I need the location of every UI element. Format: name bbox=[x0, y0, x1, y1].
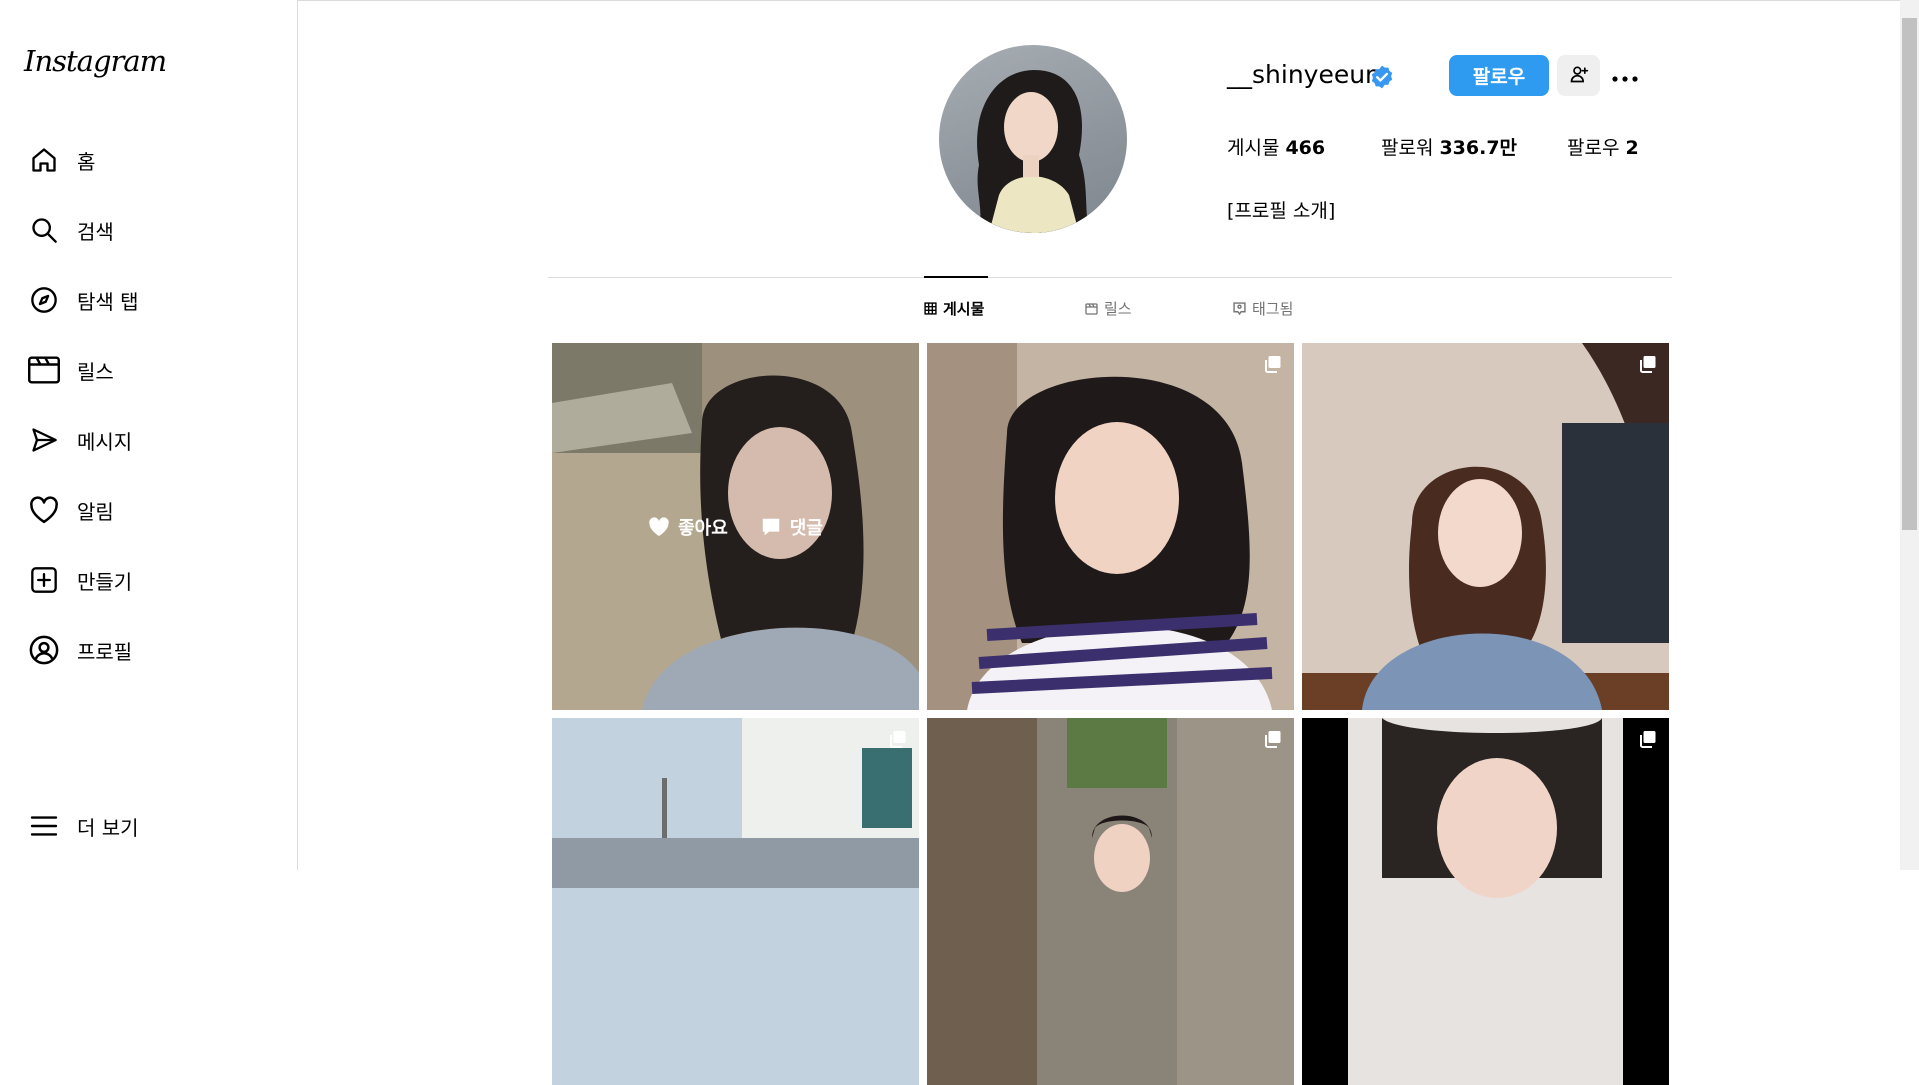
likes-indicator: 좋아요 bbox=[648, 514, 728, 540]
post-tile[interactable] bbox=[927, 718, 1294, 1085]
post-image bbox=[927, 343, 1294, 710]
compass-icon bbox=[28, 284, 60, 316]
post-tile[interactable] bbox=[1302, 343, 1669, 710]
stat-value: 466 bbox=[1285, 137, 1326, 159]
post-image bbox=[1302, 718, 1669, 1085]
tab-reels[interactable]: 릴스 bbox=[1085, 298, 1132, 319]
post-hover-overlay: 좋아요 댓글 bbox=[552, 343, 919, 710]
instagram-logo[interactable]: Instagram bbox=[24, 44, 167, 78]
tabs-divider bbox=[548, 277, 1672, 278]
tab-label: 게시물 bbox=[943, 300, 985, 318]
search-icon bbox=[28, 214, 60, 246]
nav-label: 릴스 bbox=[77, 359, 114, 384]
comment-icon bbox=[762, 518, 780, 535]
nav-label: 만들기 bbox=[77, 569, 133, 594]
profile-bio: [프로필 소개] bbox=[1227, 200, 1336, 222]
reels-icon bbox=[1085, 302, 1098, 315]
more-menu-button[interactable]: 더 보기 bbox=[28, 806, 139, 846]
nav-item-reels[interactable]: 릴스 bbox=[28, 350, 114, 390]
stat-value: 2 bbox=[1625, 137, 1639, 159]
nav-item-create[interactable]: 만들기 bbox=[28, 560, 132, 600]
post-tile[interactable] bbox=[552, 718, 919, 1085]
nav-label: 알림 bbox=[77, 499, 114, 524]
nav-label: 탐색 탭 bbox=[77, 289, 139, 314]
profile-main: __shinyeeun 팔로우 게시물 466 팔로워 336.7만 팔로우 2 [프… bbox=[298, 0, 1919, 1085]
more-options-button[interactable] bbox=[1609, 62, 1641, 90]
nav-label: 메시지 bbox=[77, 429, 133, 454]
nav-label: 홈 bbox=[77, 149, 96, 174]
tag-icon bbox=[1233, 302, 1246, 315]
send-icon bbox=[28, 424, 60, 456]
tab-tagged[interactable]: 태그됨 bbox=[1233, 298, 1293, 319]
carousel-icon bbox=[1264, 730, 1282, 752]
stat-label: 팔로워 bbox=[1381, 137, 1434, 159]
reels-icon bbox=[28, 354, 60, 386]
stat-value: 336.7만 bbox=[1439, 137, 1518, 159]
post-image bbox=[1302, 343, 1669, 710]
more-label: 더 보기 bbox=[77, 815, 139, 840]
nav-item-profile[interactable]: 프로필 bbox=[28, 630, 132, 670]
add-user-icon bbox=[1569, 64, 1589, 88]
tab-posts[interactable]: 게시물 bbox=[924, 298, 984, 319]
suggested-users-button[interactable] bbox=[1557, 55, 1600, 96]
profile-icon bbox=[28, 634, 60, 666]
nav-item-messages[interactable]: 메시지 bbox=[28, 420, 132, 460]
tab-label: 태그됨 bbox=[1252, 300, 1294, 318]
stat-followers[interactable]: 팔로워 336.7만 bbox=[1381, 133, 1517, 160]
menu-icon bbox=[28, 810, 60, 842]
post-tile[interactable]: 좋아요 댓글 bbox=[552, 343, 919, 710]
stat-following[interactable]: 팔로우 2 bbox=[1567, 133, 1639, 160]
follow-button[interactable]: 팔로우 bbox=[1449, 55, 1549, 96]
comments-label: 댓글 bbox=[789, 517, 823, 539]
scrollbar-track[interactable] bbox=[1900, 0, 1919, 870]
profile-avatar[interactable] bbox=[939, 45, 1127, 233]
nav-label: 검색 bbox=[77, 219, 114, 244]
carousel-icon bbox=[1639, 355, 1657, 377]
nav-item-notifications[interactable]: 알림 bbox=[28, 490, 114, 530]
grid-icon bbox=[924, 302, 937, 315]
tab-label: 릴스 bbox=[1104, 300, 1132, 318]
scrollbar-thumb[interactable] bbox=[1902, 18, 1917, 530]
active-tab-indicator bbox=[924, 276, 988, 278]
more-dots-icon bbox=[1612, 67, 1638, 86]
heart-icon bbox=[28, 494, 60, 526]
carousel-icon bbox=[1639, 730, 1657, 752]
post-image bbox=[552, 718, 919, 1085]
nav-item-explore[interactable]: 탐색 탭 bbox=[28, 280, 139, 320]
nav-item-search[interactable]: 검색 bbox=[28, 210, 114, 250]
carousel-icon bbox=[889, 730, 907, 752]
sidebar: Instagram 홈 검색 탐색 탭 릴스 메시지 알림 만들기 프로필 더 … bbox=[0, 0, 298, 870]
create-icon bbox=[28, 564, 60, 596]
avatar-image bbox=[977, 70, 1089, 233]
post-image bbox=[927, 718, 1294, 1085]
post-tile[interactable] bbox=[1302, 718, 1669, 1085]
stat-posts: 게시물 466 bbox=[1227, 133, 1325, 160]
stat-label: 게시물 bbox=[1227, 137, 1280, 159]
profile-username: __shinyeeun bbox=[1227, 60, 1381, 89]
home-icon bbox=[28, 144, 60, 176]
nav-item-home[interactable]: 홈 bbox=[28, 140, 95, 180]
carousel-icon bbox=[1264, 355, 1282, 377]
post-tile[interactable] bbox=[927, 343, 1294, 710]
verified-badge-icon bbox=[1369, 64, 1395, 94]
nav-label: 프로필 bbox=[77, 639, 133, 664]
stat-label: 팔로우 bbox=[1567, 137, 1620, 159]
heart-icon bbox=[649, 516, 669, 536]
likes-label: 좋아요 bbox=[678, 517, 728, 539]
top-border bbox=[298, 0, 1919, 1]
comments-indicator: 댓글 bbox=[760, 514, 823, 540]
